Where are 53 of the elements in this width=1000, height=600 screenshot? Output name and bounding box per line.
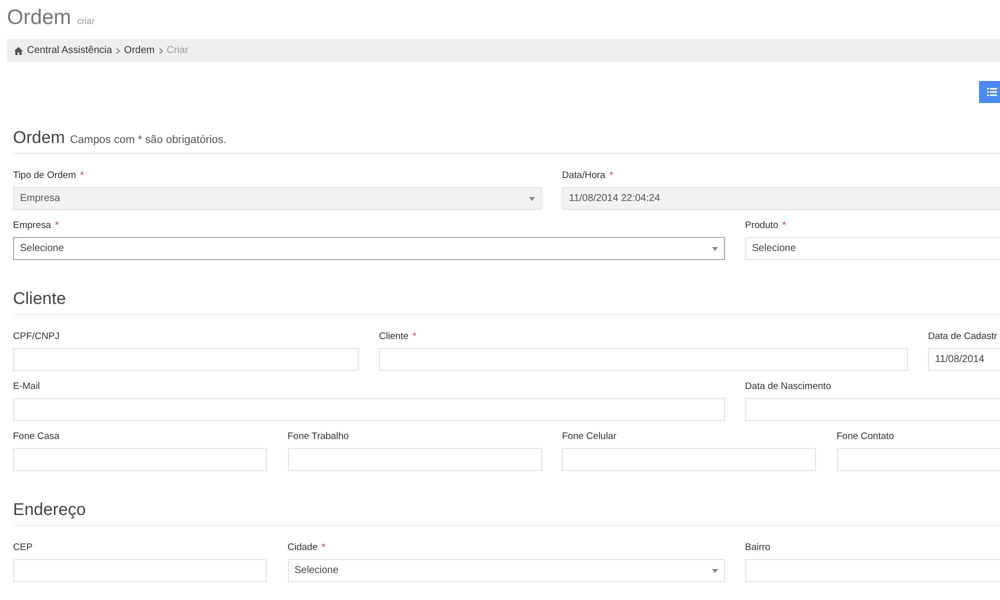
input-field[interactable]	[562, 448, 816, 471]
caret-icon	[528, 196, 534, 200]
field-label: Cliente	[379, 331, 409, 342]
caret-icon	[712, 568, 718, 572]
breadcrumb-link[interactable]: Ordem	[124, 45, 155, 56]
required-note: Campos com * são obrigatórios.	[70, 134, 226, 146]
field-label: Data de Cadastr	[928, 331, 998, 342]
input-field: 11/08/2014 22:04:24	[562, 187, 1000, 210]
field-label: CPF/CNPJ	[13, 331, 60, 342]
list-icon	[987, 88, 997, 96]
list-button[interactable]	[979, 81, 1000, 103]
required-mark: *	[322, 542, 326, 553]
field-label: Fone Celular	[562, 431, 616, 442]
input-field[interactable]: 11/08/2014	[928, 348, 1000, 371]
caret-icon	[712, 246, 718, 250]
select-field: Empresa	[13, 187, 542, 210]
field-label: Fone Casa	[13, 431, 60, 442]
input-field[interactable]	[379, 348, 908, 371]
required-mark: *	[782, 220, 786, 231]
input-field[interactable]	[13, 348, 358, 371]
page-title: Ordem	[7, 6, 72, 30]
input-field[interactable]	[745, 398, 1000, 421]
input-field[interactable]: Selecione	[745, 237, 1000, 260]
input-field[interactable]	[13, 398, 724, 421]
field-label: E-Mail	[13, 381, 40, 392]
field-label: Data de Nascimento	[745, 381, 832, 392]
input-field[interactable]	[288, 448, 542, 471]
breadcrumb-link[interactable]: Central Assistência	[27, 45, 112, 56]
input-field[interactable]	[745, 559, 1000, 582]
chevron-icon	[116, 48, 120, 54]
field-label: Bairro	[745, 542, 770, 553]
required-mark: *	[412, 331, 416, 342]
required-mark: *	[80, 170, 84, 181]
section-title: Endereço	[13, 500, 86, 520]
required-mark: *	[55, 220, 59, 231]
select-field[interactable]: Selecione	[288, 559, 724, 582]
field-label: Cidade	[288, 542, 318, 553]
select-field[interactable]: Selecione	[13, 237, 724, 260]
page-subtitle: criar	[77, 16, 95, 26]
field-label: Empresa	[13, 220, 52, 231]
field-label: Fone Contato	[836, 431, 894, 442]
section-title: Ordem	[13, 128, 65, 148]
home-icon	[14, 46, 23, 54]
field-label: CEP	[13, 542, 33, 553]
chevron-icon	[158, 48, 163, 54]
field-label: Data/Hora	[562, 170, 606, 181]
section-title: Cliente	[13, 289, 66, 309]
required-mark: *	[609, 170, 614, 181]
field-label: Tipo de Ordem	[13, 170, 76, 181]
input-field[interactable]	[13, 559, 267, 582]
field-label: Produto	[745, 220, 778, 231]
field-label: Fone Trabalho	[288, 431, 349, 442]
input-field[interactable]	[13, 448, 267, 471]
